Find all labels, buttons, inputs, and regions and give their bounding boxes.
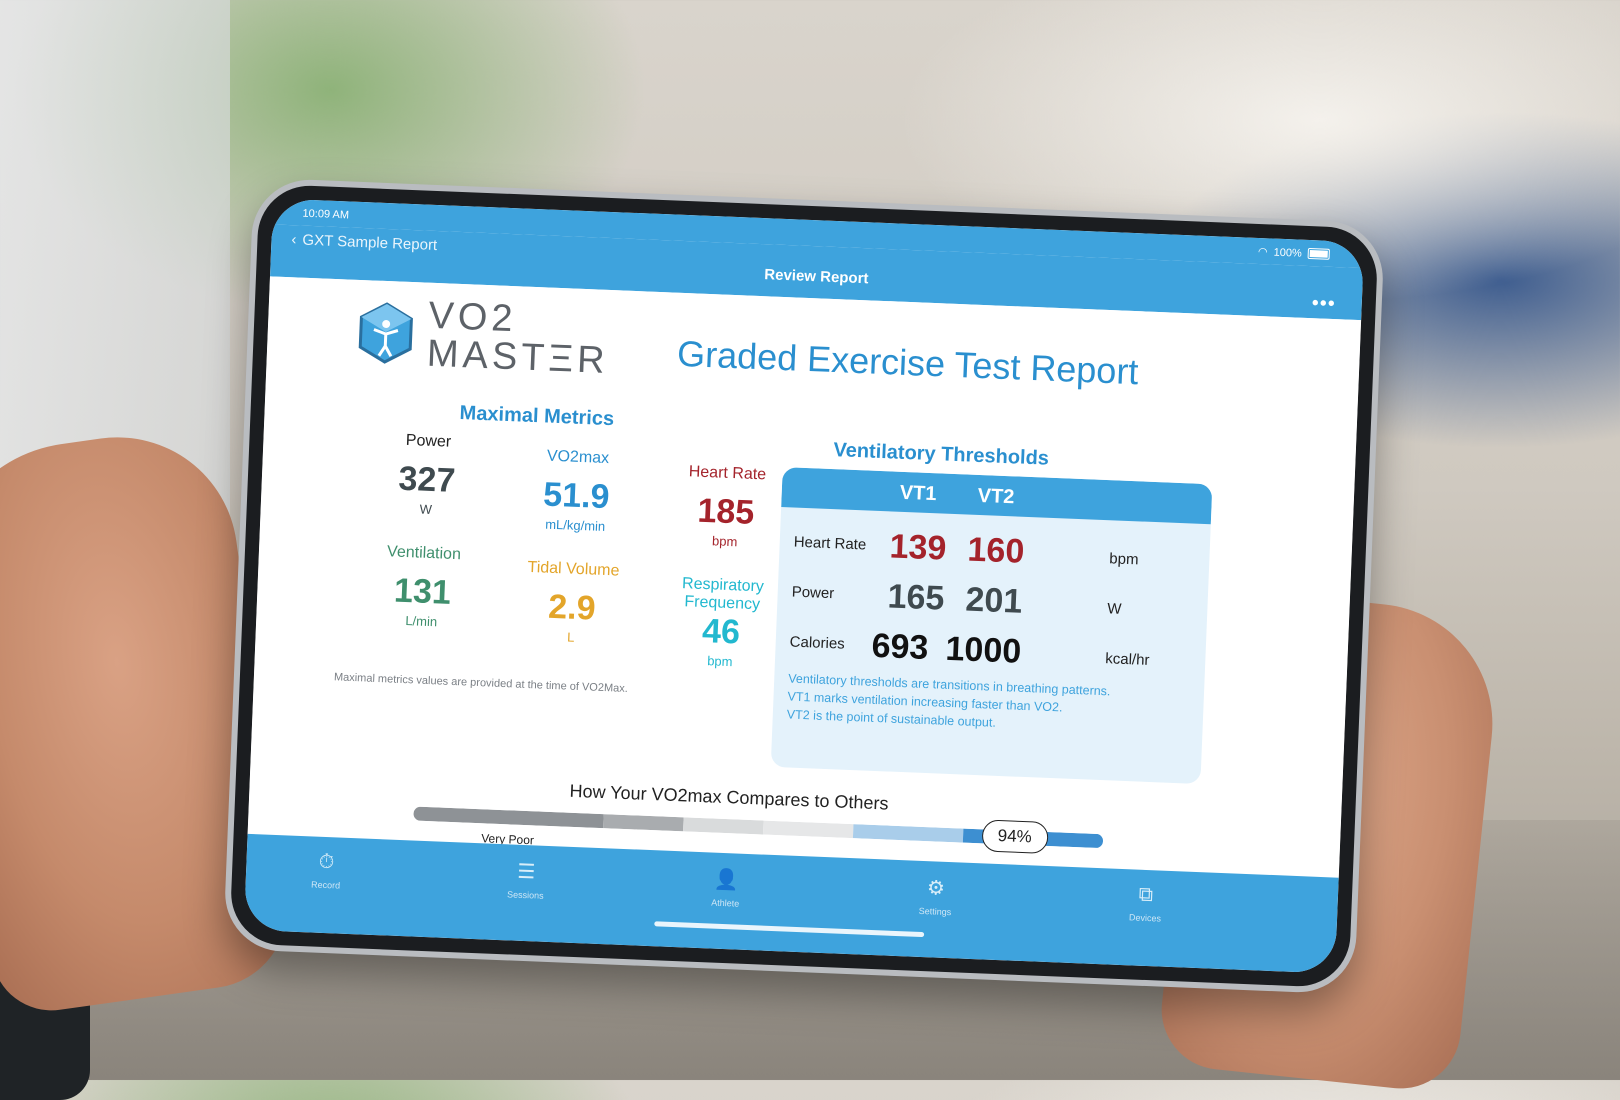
status-time: 10:09 AM	[302, 207, 350, 222]
ventilatory-thresholds-title: Ventilatory Thresholds	[833, 439, 1050, 470]
maximal-metrics-note: Maximal metrics values are provided at t…	[333, 671, 629, 696]
tab-label: Sessions	[506, 889, 544, 901]
comparison-segment	[852, 824, 964, 843]
comparison-segment	[762, 820, 854, 839]
wifi-icon: ◠	[1257, 245, 1268, 259]
tab-label: Record	[310, 879, 341, 891]
home-indicator[interactable]	[654, 921, 925, 938]
metric-label: Ventilation	[386, 543, 462, 564]
vt-row-label: Power	[791, 583, 835, 603]
metric-label: Respiratory Frequency	[681, 575, 765, 614]
logo-text: VO2 MASTΞR	[426, 295, 611, 382]
metric-tidal-volume: Tidal Volume 2.9 L	[496, 558, 649, 648]
ventilatory-thresholds-card: VT1 VT2 Heart Rate 139 160 bpm Power 165…	[770, 467, 1213, 785]
metric-label: Tidal Volume	[527, 558, 620, 580]
tab-devices[interactable]: ⧉ Devices	[1105, 882, 1187, 924]
report-content: VO2 MASTΞR Graded Exercise Test Report M…	[247, 276, 1362, 918]
vt2-value: 160	[966, 530, 1026, 571]
logo: VO2 MASTΞR	[356, 294, 611, 382]
vt2-value: 201	[964, 580, 1024, 621]
metric-label: VO2max	[546, 447, 610, 468]
comparison-segment	[413, 806, 604, 829]
vt-row-unit: bpm	[1108, 550, 1139, 569]
vt1-value: 693	[870, 626, 930, 668]
metric-vo2max: VO2max 51.9 mL/kg/min	[500, 446, 653, 536]
vt-header: VT1 VT2	[781, 467, 1213, 525]
vt2-value: 1000	[944, 629, 1022, 671]
metric-value: 2.9	[547, 587, 597, 628]
comparison-title: How Your VO2max Compares to Others	[569, 780, 889, 814]
tablet-screen: 10:09 AM ◠ 100% ‹ GXT Sample Report Revi…	[243, 198, 1365, 974]
metric-label: Power	[405, 431, 452, 451]
tab-label: Athlete	[711, 897, 740, 909]
tab-label: Settings	[918, 905, 952, 918]
vt-row-unit: kcal/hr	[1104, 650, 1150, 669]
report-title: Graded Exercise Test Report	[676, 332, 1140, 393]
vt1-header: VT1	[899, 481, 937, 506]
metric-value: 185	[696, 491, 756, 532]
metric-power: Power 327 W	[351, 430, 504, 520]
list-icon: ☰	[516, 860, 536, 884]
vt1-value: 139	[888, 527, 948, 568]
metric-label: Heart Rate	[688, 463, 767, 484]
logo-line2: MASTΞR	[426, 332, 610, 382]
devices-icon: ⧉	[1138, 883, 1154, 907]
vt2-header: VT2	[977, 484, 1015, 509]
gear-icon: ⚙	[926, 877, 946, 900]
tab-label: Devices	[1128, 912, 1162, 924]
battery-icon	[1307, 247, 1330, 260]
tab-record[interactable]: ⏱ Record	[285, 849, 367, 891]
more-icon[interactable]: •••	[1311, 292, 1336, 316]
comparison-segment	[683, 817, 764, 835]
comparison-segment	[603, 814, 684, 832]
metric-value: 51.9	[542, 475, 611, 517]
vt-row-label: Heart Rate	[793, 533, 867, 554]
tab-settings[interactable]: ⚙ Settings	[895, 874, 977, 918]
metric-ventilation: Ventilation 131 L/min	[346, 542, 499, 632]
chevron-left-icon: ‹	[291, 231, 297, 249]
tablet: 10:09 AM ◠ 100% ‹ GXT Sample Report Revi…	[222, 177, 1386, 995]
percentile-badge: 94%	[981, 819, 1049, 854]
status-right: ◠ 100%	[1258, 245, 1330, 261]
metric-value: 327	[397, 459, 457, 500]
maximal-metrics-title: Maximal Metrics	[459, 402, 615, 431]
person-icon: 👤	[713, 868, 740, 892]
metric-value: 131	[393, 571, 452, 612]
vo2master-logo-icon	[358, 302, 413, 364]
battery-percent: 100%	[1273, 246, 1302, 260]
vt-row-unit: W	[1106, 600, 1122, 618]
metric-value: 46	[701, 611, 741, 652]
tab-sessions[interactable]: ☰ Sessions	[485, 857, 567, 901]
tab-athlete[interactable]: 👤 Athlete	[685, 866, 767, 910]
stopwatch-icon: ⏱	[318, 850, 335, 874]
vt1-value: 165	[886, 577, 946, 618]
vt-row-label: Calories	[789, 633, 846, 653]
